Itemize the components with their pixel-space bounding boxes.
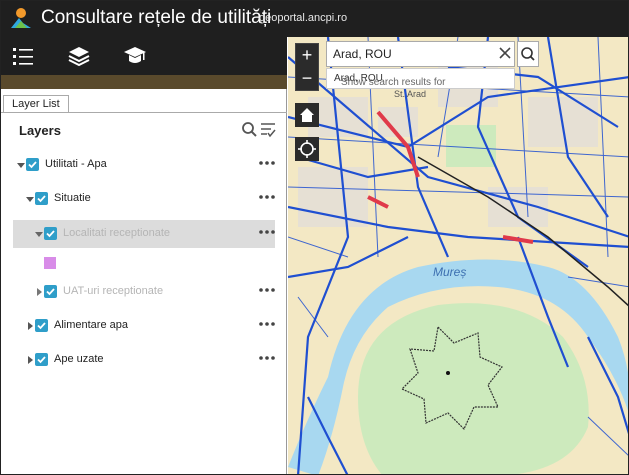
filter-list-icon[interactable] — [261, 123, 276, 138]
home-button[interactable] — [295, 103, 319, 127]
caret-down-icon[interactable] — [17, 161, 25, 169]
app-url[interactable]: geoportal.ancpi.ro — [259, 12, 347, 24]
app-logo-icon — [11, 8, 31, 28]
more-options-icon[interactable] — [259, 228, 275, 236]
locate-button[interactable] — [295, 137, 319, 161]
list-icon[interactable] — [11, 45, 35, 67]
caret-right-icon[interactable] — [26, 356, 34, 364]
caret-right-icon[interactable] — [35, 288, 43, 296]
crosshair-icon — [298, 140, 316, 158]
zoom-out-button[interactable]: − — [296, 67, 318, 90]
map-view[interactable] — [288, 37, 629, 475]
zoom-control: + − — [295, 43, 319, 91]
app-title: Consultare rețele de utilități — [41, 7, 272, 28]
suggestion-prefix: Show search results for — [341, 77, 446, 88]
panel-tab-layer-list[interactable]: Layer List — [3, 95, 69, 113]
app-window: Consultare rețele de utilități geoportal… — [0, 0, 629, 475]
caret-right-icon[interactable] — [26, 322, 34, 330]
layer-label: Situatie — [54, 192, 91, 204]
layer-checkbox[interactable] — [35, 353, 48, 366]
layer-checkbox[interactable] — [26, 158, 39, 171]
more-options-icon[interactable] — [259, 159, 275, 167]
layer-checkbox[interactable] — [35, 319, 48, 332]
map-canvas[interactable] — [288, 37, 629, 475]
more-options-icon[interactable] — [259, 193, 275, 201]
layer-row-uat[interactable]: UAT-uri receptionate — [1, 278, 287, 306]
layer-row-alimentare[interactable]: Alimentare apa — [1, 312, 287, 340]
legend-swatch — [44, 257, 56, 269]
layer-label: Ape uzate — [54, 353, 104, 365]
search-input[interactable] — [333, 45, 493, 63]
layer-row-localitati[interactable]: Localitati receptionate — [13, 220, 275, 248]
close-icon[interactable] — [498, 46, 512, 60]
caret-down-icon[interactable] — [35, 230, 43, 238]
layer-label: Localitati receptionate — [63, 227, 171, 239]
zoom-in-button[interactable]: + — [296, 44, 318, 67]
layer-checkbox[interactable] — [44, 227, 57, 240]
layer-checkbox[interactable] — [44, 285, 57, 298]
layer-checkbox[interactable] — [35, 192, 48, 205]
river-label: Mureș — [433, 265, 467, 279]
suggestion-text: Show search results for Arad, ROU — [334, 73, 446, 88]
district-label: St. Arad — [394, 89, 427, 99]
search-icon — [521, 47, 535, 61]
layer-row-ape-uzate[interactable]: Ape uzate — [1, 346, 287, 374]
widget-toolbar — [1, 37, 287, 75]
more-options-icon[interactable] — [259, 286, 275, 294]
search-suggestion[interactable]: Show search results for Arad, ROU — [326, 68, 515, 89]
more-options-icon[interactable] — [259, 354, 275, 362]
more-options-icon[interactable] — [259, 320, 275, 328]
layers-icon[interactable] — [67, 45, 91, 67]
panel-head-tools — [242, 122, 276, 138]
panel-heading: Layers — [19, 123, 61, 138]
search-icon[interactable] — [242, 122, 257, 137]
layer-row-utilitati-apa[interactable]: Utilitati - Apa — [1, 151, 287, 179]
panel-tab-divider — [1, 112, 287, 113]
search-button[interactable] — [517, 41, 539, 67]
layer-row-situatie[interactable]: Situatie — [1, 185, 287, 213]
layer-label: Alimentare apa — [54, 319, 128, 331]
home-icon — [300, 108, 314, 122]
layer-label: Utilitati - Apa — [45, 158, 107, 170]
layer-label: UAT-uri receptionate — [63, 285, 164, 297]
caret-down-icon[interactable] — [26, 195, 34, 203]
search-box — [326, 41, 515, 67]
app-header: Consultare rețele de utilități geoportal… — [1, 1, 628, 37]
toolbar-strip — [1, 75, 287, 89]
graduation-cap-icon[interactable] — [123, 45, 147, 67]
